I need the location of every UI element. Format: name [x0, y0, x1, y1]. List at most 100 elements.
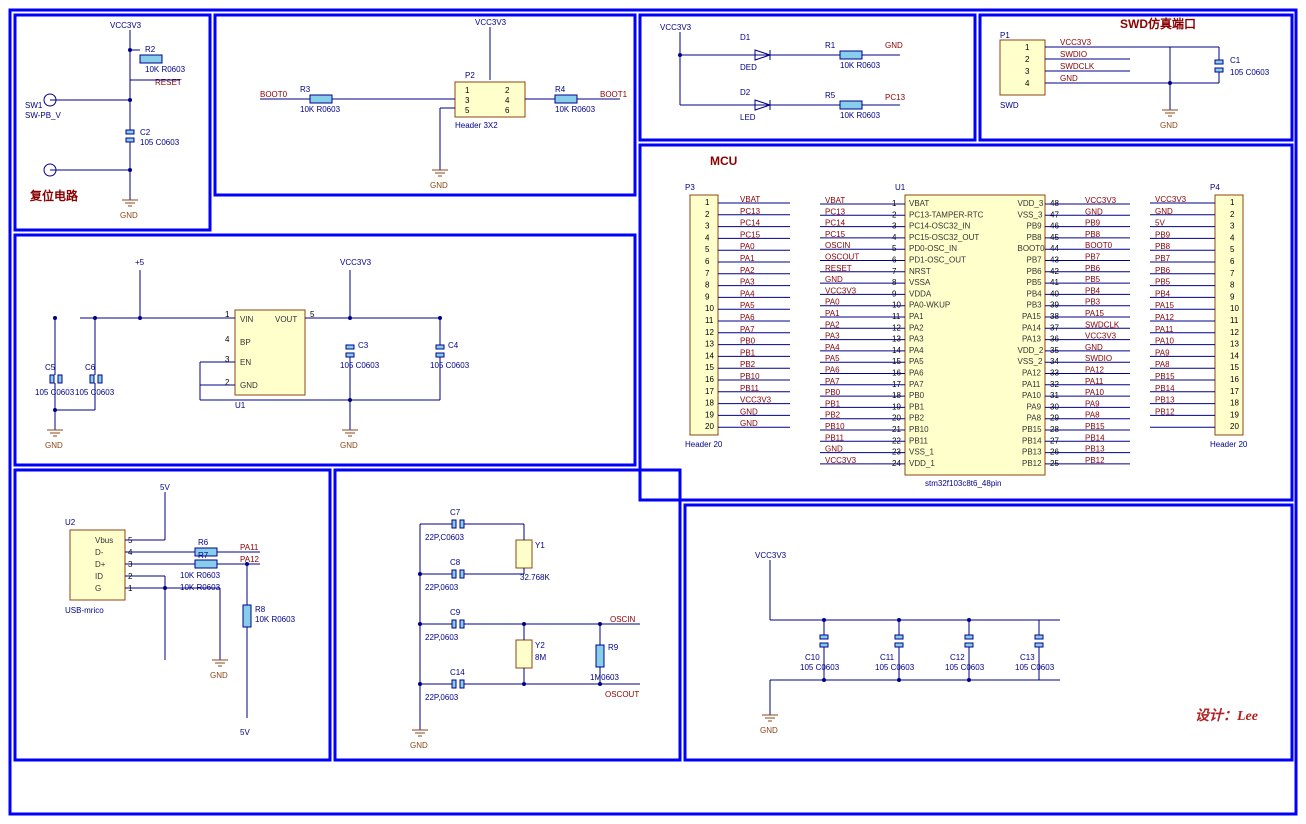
svg-text:PB1: PB1	[909, 402, 925, 411]
svg-text:PA8: PA8	[1085, 411, 1100, 420]
svg-text:PA12: PA12	[1085, 366, 1105, 375]
svg-text:SWD: SWD	[1000, 101, 1019, 110]
svg-text:PB7: PB7	[1085, 253, 1101, 262]
svg-text:3: 3	[1230, 222, 1235, 231]
svg-text:PA12: PA12	[1155, 313, 1175, 322]
svg-text:1: 1	[1025, 43, 1030, 52]
svg-text:R2: R2	[145, 45, 156, 54]
svg-text:PA6: PA6	[825, 366, 840, 375]
svg-text:16: 16	[1230, 375, 1239, 384]
svg-text:PA8: PA8	[1027, 414, 1042, 423]
svg-text:U1: U1	[235, 401, 246, 410]
svg-text:22P,0603: 22P,0603	[425, 693, 459, 702]
svg-text:GND: GND	[740, 419, 758, 428]
mcu-block: MCU U1 stm32f103c8t6_48pin VBAT1PC13-TAM…	[640, 145, 1292, 500]
svg-text:105 C0603: 105 C0603	[340, 361, 380, 370]
svg-text:7: 7	[705, 269, 710, 278]
svg-text:GND: GND	[1085, 343, 1103, 352]
svg-text:VCC3V3: VCC3V3	[1085, 332, 1117, 341]
svg-text:PA4: PA4	[909, 346, 924, 355]
svg-text:DED: DED	[740, 63, 757, 72]
svg-text:4: 4	[505, 96, 510, 105]
svg-text:105 C0603: 105 C0603	[875, 663, 915, 672]
svg-text:PB1: PB1	[825, 399, 841, 408]
svg-text:PA11: PA11	[1155, 325, 1174, 334]
svg-text:SWDIO: SWDIO	[1060, 50, 1087, 59]
svg-text:19: 19	[1230, 410, 1239, 419]
svg-text:OSCOUT: OSCOUT	[825, 253, 859, 262]
svg-text:6: 6	[705, 257, 710, 266]
led-block: VCC3V3 D1 DED D2 LED R1 10K R0603 GND R5…	[640, 15, 975, 140]
svg-text:PB11: PB11	[825, 433, 845, 442]
svg-text:BOOT0: BOOT0	[1085, 241, 1113, 250]
svg-text:PC13: PC13	[825, 207, 846, 216]
svg-text:22P,0603: 22P,0603	[425, 583, 459, 592]
svg-text:2: 2	[1230, 210, 1235, 219]
svg-text:PA8: PA8	[1155, 360, 1170, 369]
svg-text:VCC3V3: VCC3V3	[340, 258, 372, 267]
svg-text:5: 5	[465, 106, 470, 115]
svg-text:GND: GND	[410, 741, 428, 750]
svg-text:6: 6	[505, 106, 510, 115]
svg-text:VCC3V3: VCC3V3	[475, 18, 507, 27]
svg-text:32.768K: 32.768K	[520, 573, 550, 582]
svg-text:PB12: PB12	[1155, 407, 1175, 416]
svg-text:VDD_1: VDD_1	[909, 459, 935, 468]
svg-text:PB10: PB10	[909, 425, 929, 434]
svg-text:SWDCLK: SWDCLK	[1085, 320, 1120, 329]
svg-text:13: 13	[1230, 340, 1239, 349]
svg-text:3: 3	[225, 355, 230, 364]
svg-text:1M0603: 1M0603	[590, 673, 619, 682]
svg-text:SW1: SW1	[25, 101, 43, 110]
svg-text:17: 17	[1230, 387, 1239, 396]
svg-text:VSSA: VSSA	[909, 278, 931, 287]
svg-text:SW-PB_V: SW-PB_V	[25, 111, 62, 120]
svg-text:2: 2	[1025, 55, 1030, 64]
svg-text:设计：Lee: 设计：Lee	[1195, 708, 1258, 724]
svg-text:PA15: PA15	[1022, 312, 1042, 321]
svg-text:105 C0603: 105 C0603	[1230, 68, 1270, 77]
svg-text:+5: +5	[135, 258, 145, 267]
svg-text:C14: C14	[450, 668, 465, 677]
svg-text:PA11: PA11	[1085, 377, 1104, 386]
svg-text:C2: C2	[140, 128, 151, 137]
svg-text:PB12: PB12	[1022, 459, 1042, 468]
svg-text:10K R0603: 10K R0603	[255, 615, 296, 624]
svg-text:C6: C6	[85, 363, 96, 372]
svg-text:U1: U1	[895, 183, 906, 192]
svg-text:5V: 5V	[160, 483, 170, 492]
svg-text:4: 4	[1230, 233, 1235, 242]
svg-text:105 C0603: 105 C0603	[800, 663, 840, 672]
svg-text:PC14-OSC32_IN: PC14-OSC32_IN	[909, 222, 971, 231]
svg-text:C8: C8	[450, 558, 461, 567]
svg-text:PB10: PB10	[825, 422, 845, 431]
svg-text:PB13: PB13	[1022, 448, 1042, 457]
svg-text:GND: GND	[240, 381, 258, 390]
svg-text:VDD_2: VDD_2	[1018, 346, 1044, 355]
svg-text:9: 9	[705, 292, 710, 301]
svg-text:VIN: VIN	[240, 315, 254, 324]
svg-text:PB14: PB14	[1155, 384, 1175, 393]
svg-text:PA1: PA1	[825, 309, 840, 318]
svg-text:PB4: PB4	[1155, 289, 1171, 298]
svg-text:PA2: PA2	[740, 266, 755, 275]
svg-text:PB3: PB3	[1027, 301, 1043, 310]
svg-text:P3: P3	[685, 183, 695, 192]
svg-text:VCC3V3: VCC3V3	[825, 286, 857, 295]
svg-text:PB9: PB9	[1085, 219, 1101, 228]
svg-text:Header 20: Header 20	[685, 440, 723, 449]
svg-text:U2: U2	[65, 518, 76, 527]
svg-text:SWDIO: SWDIO	[1085, 354, 1112, 363]
svg-text:PA9: PA9	[1155, 348, 1170, 357]
svg-text:PA0-WKUP: PA0-WKUP	[909, 301, 950, 310]
svg-text:GND: GND	[45, 441, 63, 450]
svg-text:PB7: PB7	[1155, 254, 1171, 263]
svg-text:VCC3V3: VCC3V3	[1155, 195, 1187, 204]
svg-text:RESET: RESET	[155, 78, 182, 87]
svg-text:VSS_3: VSS_3	[1018, 210, 1043, 219]
svg-text:PB9: PB9	[1155, 230, 1171, 239]
svg-text:3: 3	[1025, 67, 1030, 76]
svg-text:PB0: PB0	[909, 391, 925, 400]
svg-text:PB8: PB8	[1155, 242, 1171, 251]
svg-text:PA2: PA2	[825, 320, 840, 329]
